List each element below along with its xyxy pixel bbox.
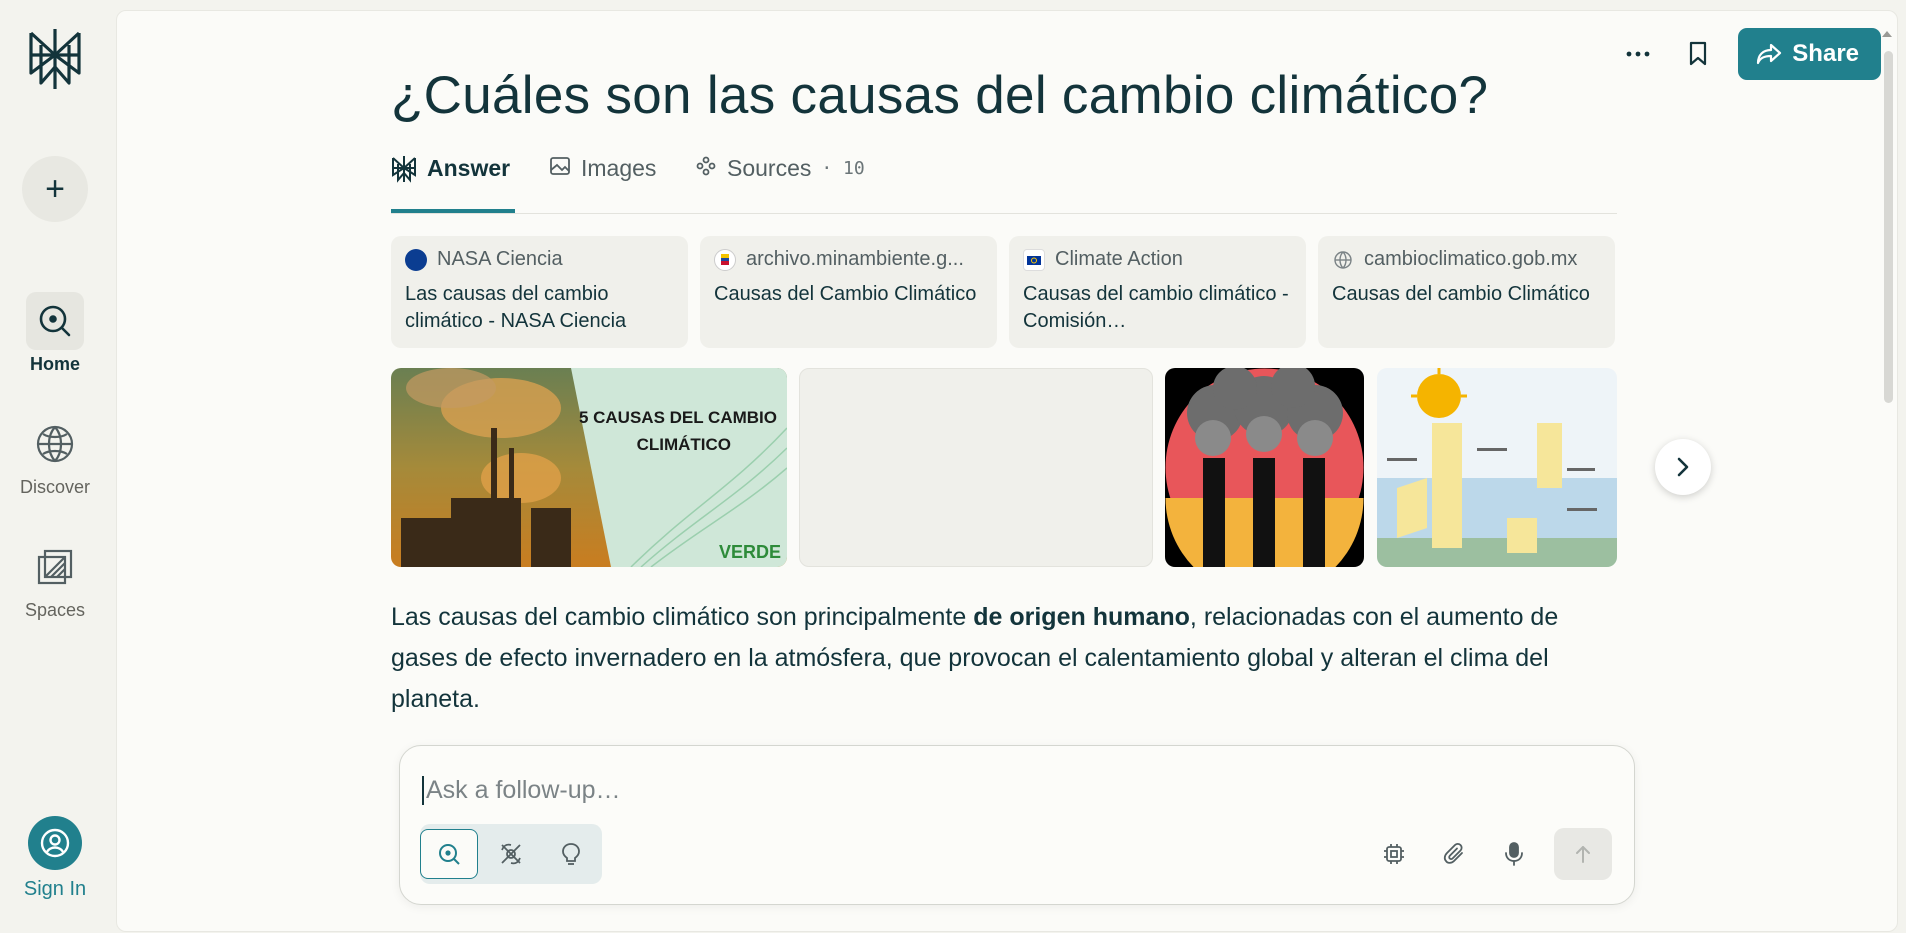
sidebar-item-label: Discover — [19, 477, 90, 497]
sign-in-button[interactable]: Sign In — [0, 816, 110, 901]
tabs: Answer Images Sources · 10 — [391, 139, 1617, 214]
image-thumbnail[interactable] — [1377, 368, 1617, 567]
attach-button[interactable] — [1424, 829, 1484, 879]
microphone-icon — [1505, 842, 1523, 866]
share-button[interactable]: Share — [1738, 28, 1881, 80]
bookmark-button[interactable] — [1668, 28, 1728, 80]
share-label: Share — [1792, 40, 1859, 67]
submit-button[interactable] — [1554, 828, 1612, 880]
more-options-button[interactable] — [1608, 28, 1668, 80]
source-site: NASA Ciencia — [437, 248, 563, 270]
image-icon — [550, 157, 570, 175]
logo-icon[interactable] — [27, 27, 83, 91]
mode-labs-button[interactable] — [542, 829, 600, 879]
chip-icon — [1384, 844, 1404, 864]
image-thumbnail[interactable]: 5 CAUSAS DEL CAMBIO CLIMÁTICO VERDE — [391, 368, 787, 567]
scrollbar-thumb[interactable] — [1884, 51, 1893, 403]
answer-bold-text: de origen humano — [973, 603, 1190, 631]
mode-search-button[interactable] — [420, 829, 478, 879]
voice-button[interactable] — [1484, 829, 1544, 879]
answer-text: Las causas del cambio climático son prin… — [391, 597, 1631, 720]
tab-label: Sources — [727, 155, 812, 181]
source-site: Climate Action — [1055, 248, 1183, 270]
source-card[interactable]: archivo.minambiente.g... Causas del Camb… — [700, 236, 997, 348]
follow-up-box: Ask a follow-up… — [399, 745, 1635, 905]
mode-research-button[interactable] — [482, 829, 540, 879]
bookmark-icon — [1690, 41, 1707, 66]
perplexity-icon — [392, 156, 416, 183]
user-icon — [28, 816, 82, 870]
spaces-icon — [26, 538, 84, 596]
source-site: archivo.minambiente.g... — [746, 248, 964, 270]
carousel-next-button[interactable] — [1655, 439, 1711, 495]
sidebar-item-home[interactable]: Home — [0, 292, 110, 375]
sidebar-item-spaces[interactable]: Spaces — [0, 538, 110, 621]
ellipsis-icon — [1626, 51, 1650, 57]
source-title: Causas del cambio climático - Comisión… — [1023, 283, 1289, 332]
image1-caption-line2: CLIMÁTICO — [637, 435, 731, 454]
image1-caption-line1: 5 CAUSAS DEL CAMBIO — [579, 408, 777, 427]
tab-sources[interactable]: Sources · 10 — [695, 139, 865, 213]
chevron-right-icon — [1677, 457, 1689, 477]
top-actions: Share — [1608, 28, 1881, 80]
tab-answer[interactable]: Answer — [391, 139, 515, 213]
search-icon — [439, 844, 460, 865]
scroll-up-arrow[interactable] — [1882, 31, 1892, 37]
main-panel: ¿Cuáles son las causas del cambio climát… — [116, 10, 1898, 932]
source-title: Las causas del cambio climático - NASA C… — [405, 283, 627, 332]
new-thread-button[interactable]: + — [22, 156, 88, 222]
sidebar-item-discover[interactable]: Discover — [0, 415, 110, 498]
search-circle-icon — [26, 292, 84, 350]
arrow-up-icon — [1576, 846, 1590, 863]
globe-favicon-icon — [1332, 249, 1354, 271]
answer-text-part: Las causas del cambio climático son prin… — [391, 603, 974, 631]
sources-icon — [696, 156, 716, 176]
follow-up-input[interactable]: Ask a follow-up… — [422, 776, 621, 805]
sidebar-item-label: Home — [29, 354, 80, 374]
source-card[interactable]: cambioclimatico.gob.mx Causas del cambio… — [1318, 236, 1615, 348]
sources-list: NASA Ciencia Las causas del cambio climá… — [391, 236, 1615, 348]
source-site: cambioclimatico.gob.mx — [1364, 248, 1578, 270]
source-card[interactable]: Climate Action Causas del cambio climáti… — [1009, 236, 1306, 348]
sidebar-item-label: Spaces — [24, 600, 86, 620]
source-title: Causas del Cambio Climático — [714, 283, 977, 305]
tab-images[interactable]: Images — [549, 139, 656, 213]
image1-logo: VERDE — [719, 542, 781, 562]
share-icon — [1757, 43, 1782, 65]
page-title: ¿Cuáles son las causas del cambio climát… — [391, 65, 1489, 125]
sidebar: + Home Discover Spaces Sign In — [0, 0, 114, 933]
lightbulb-icon — [562, 843, 580, 865]
input-tools — [1364, 828, 1612, 880]
globe-icon — [26, 415, 84, 473]
paperclip-icon — [1443, 842, 1463, 864]
source-card[interactable]: NASA Ciencia Las causas del cambio climá… — [391, 236, 688, 348]
model-select-button[interactable] — [1364, 829, 1424, 879]
colombia-shield-favicon-icon — [714, 248, 736, 271]
image-thumbnail[interactable] — [1165, 368, 1364, 567]
tab-label: Answer — [427, 155, 511, 181]
nasa-favicon-icon — [405, 248, 427, 271]
eu-favicon-icon — [1023, 248, 1045, 271]
source-title: Causas del cambio Climático — [1332, 283, 1590, 305]
sources-count: · 10 — [821, 158, 865, 179]
search-mode-group — [420, 824, 602, 884]
plus-icon: + — [45, 169, 65, 208]
research-icon — [501, 843, 521, 865]
image-placeholder[interactable] — [799, 368, 1153, 567]
sign-in-label: Sign In — [23, 878, 87, 900]
tab-label: Images — [581, 155, 657, 181]
